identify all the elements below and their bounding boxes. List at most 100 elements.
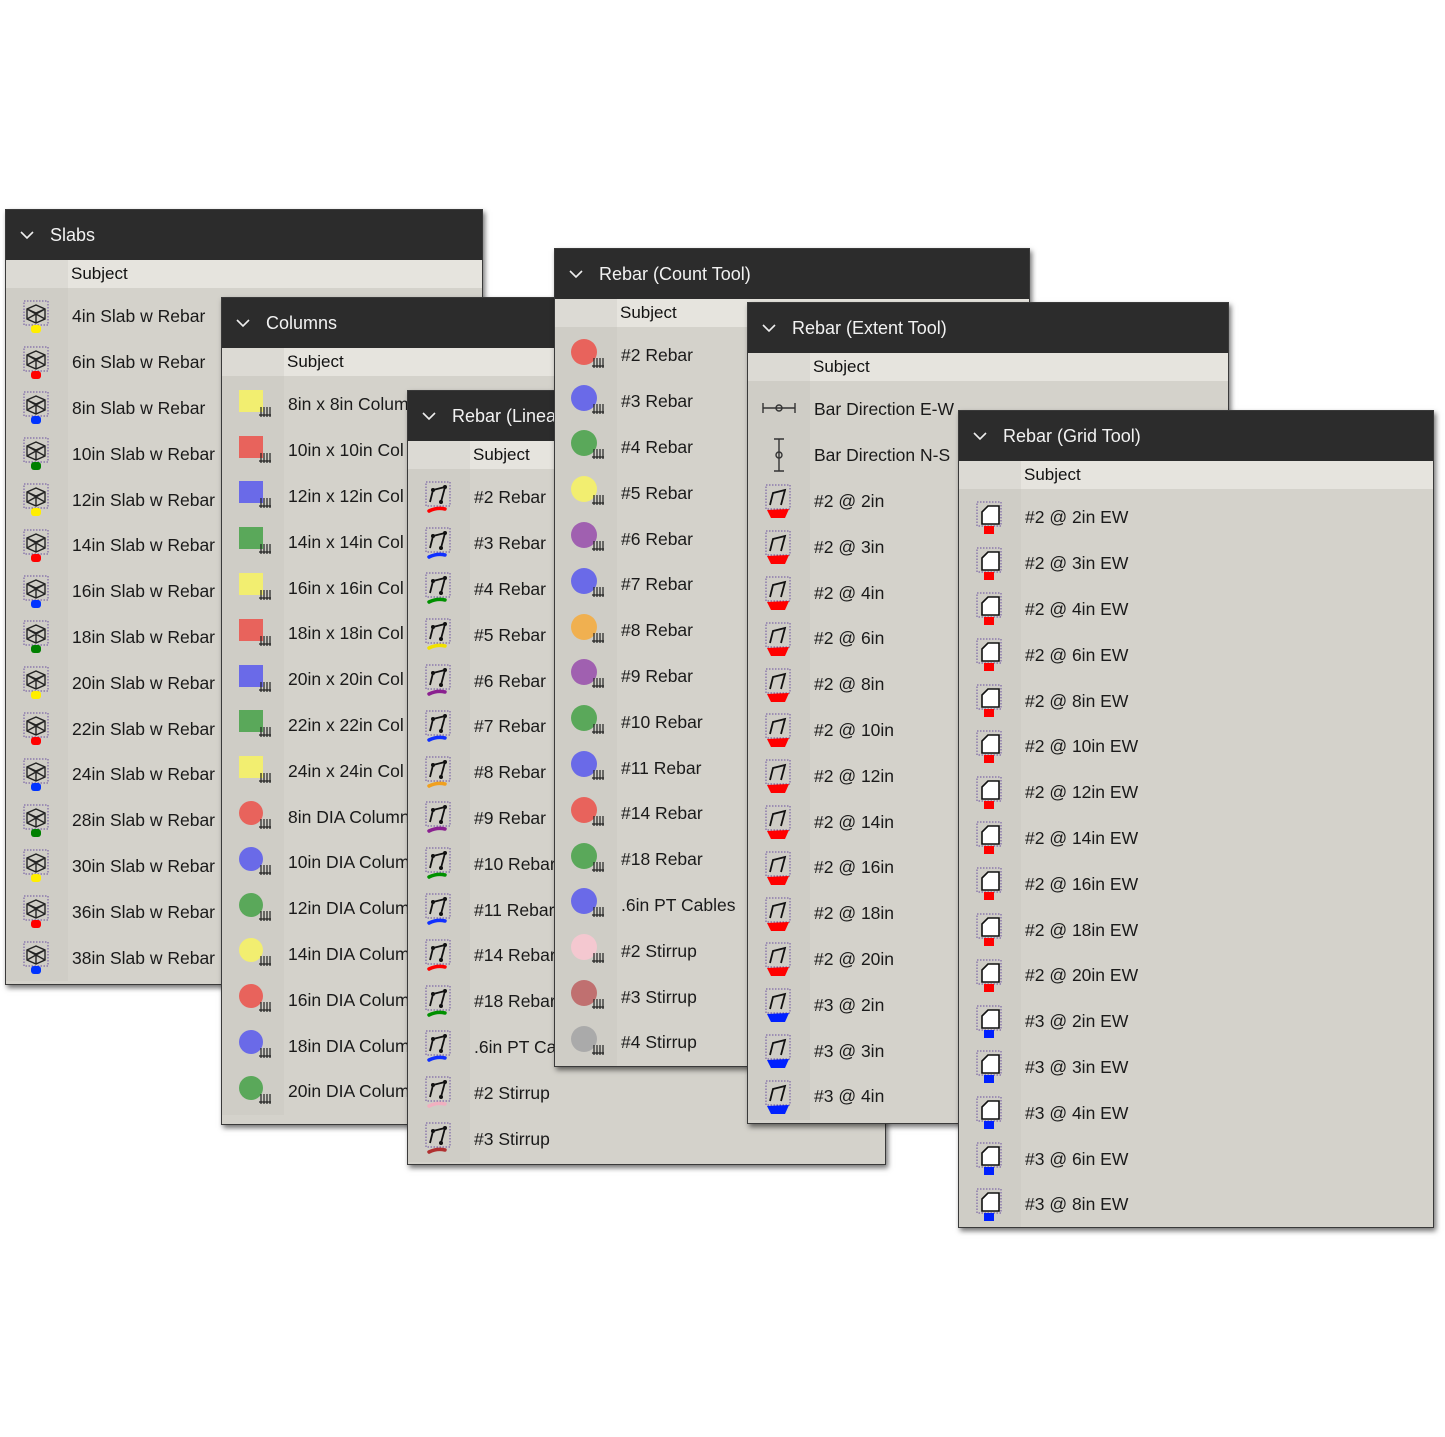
- list-item-3-6in-ew[interactable]: #3 @ 6in EW: [959, 1136, 1433, 1182]
- item-label: #2 @ 20in EW: [1025, 965, 1139, 986]
- item-label: #2 @ 2in: [814, 490, 885, 511]
- item-label: 20in Slab w Rebar: [72, 672, 215, 693]
- item-label: #3 @ 8in EW: [1025, 1194, 1129, 1215]
- chevron-down-icon[interactable]: [567, 265, 585, 283]
- column-markup-icon: [222, 524, 284, 560]
- item-label: #4 Rebar: [474, 578, 546, 599]
- count-markup-icon: [555, 613, 617, 649]
- item-label: Bar Direction N-S: [814, 445, 951, 466]
- item-label: #2 @ 2in EW: [1025, 507, 1129, 528]
- item-label: 8in x 8in Colum: [288, 394, 409, 415]
- column-markup-icon: [222, 1028, 284, 1064]
- slab-markup-icon: [6, 390, 68, 426]
- slab-markup-icon: [6, 619, 68, 655]
- slab-markup-icon: [6, 848, 68, 884]
- list-item-2-6in-ew[interactable]: #2 @ 6in EW: [959, 632, 1433, 678]
- item-label: 14in Slab w Rebar: [72, 535, 215, 556]
- item-label: #18 Rebar: [621, 849, 703, 870]
- item-label: #2 Stirrup: [474, 1082, 550, 1103]
- linear-markup-icon: [408, 755, 470, 791]
- count-markup-icon: [555, 429, 617, 465]
- subject-column-header[interactable]: Subject: [6, 260, 482, 288]
- count-markup-icon: [555, 521, 617, 557]
- slab-markup-icon: [6, 711, 68, 747]
- item-label: 30in Slab w Rebar: [72, 855, 215, 876]
- rebar-grid-panel: Rebar (Grid Tool) Subject #2 @ 2in EW #2 …: [958, 410, 1434, 1228]
- bar-direction-icon: [748, 392, 810, 428]
- extent-markup-icon: [748, 850, 810, 886]
- column-markup-icon: [222, 845, 284, 881]
- chevron-down-icon[interactable]: [420, 407, 438, 425]
- count-markup-icon: [555, 704, 617, 740]
- rebar-extent-panel-header[interactable]: Rebar (Extent Tool): [748, 303, 1228, 353]
- rebar-count-panel-header[interactable]: Rebar (Count Tool): [555, 249, 1029, 299]
- item-label: 18in Slab w Rebar: [72, 626, 215, 647]
- item-label: 36in Slab w Rebar: [72, 901, 215, 922]
- list-item-2-8in-ew[interactable]: #2 @ 8in EW: [959, 678, 1433, 724]
- list-item-3-3in-ew[interactable]: #3 @ 3in EW: [959, 1045, 1433, 1091]
- list-item-2-12in-ew[interactable]: #2 @ 12in EW: [959, 770, 1433, 816]
- list-item-3-8in-ew[interactable]: #3 @ 8in EW: [959, 1182, 1433, 1227]
- item-label: #2 @ 3in EW: [1025, 553, 1129, 574]
- chevron-down-icon[interactable]: [18, 226, 36, 244]
- column-markup-icon: [222, 1074, 284, 1110]
- item-label: #3 Stirrup: [474, 1128, 550, 1149]
- list-item-2-14in-ew[interactable]: #2 @ 14in EW: [959, 816, 1433, 862]
- item-label: 10in DIA Colum: [288, 852, 410, 873]
- item-label: #2 @ 14in EW: [1025, 827, 1139, 848]
- item-label: #14 Rebar: [474, 945, 556, 966]
- item-label: 8in DIA Column: [288, 806, 410, 827]
- item-label: #10 Rebar: [474, 853, 556, 874]
- item-label: 28in Slab w Rebar: [72, 810, 215, 831]
- rebar-grid-panel-header[interactable]: Rebar (Grid Tool): [959, 411, 1433, 461]
- item-label: 20in DIA Colum: [288, 1081, 410, 1102]
- item-label: #2 Rebar: [474, 487, 546, 508]
- list-item-2-2in-ew[interactable]: #2 @ 2in EW: [959, 495, 1433, 541]
- grid-markup-icon: [959, 1049, 1021, 1085]
- list-item-2-10in-ew[interactable]: #2 @ 10in EW: [959, 724, 1433, 770]
- grid-markup-icon: [959, 1004, 1021, 1040]
- panel-title: Rebar (Count Tool): [599, 263, 751, 284]
- chevron-down-icon[interactable]: [760, 319, 778, 337]
- slabs-panel-header[interactable]: Slabs: [6, 210, 482, 260]
- item-label: #2 @ 4in: [814, 582, 885, 603]
- item-label: 4in Slab w Rebar: [72, 306, 206, 327]
- list-item-2-3in-ew[interactable]: #2 @ 3in EW: [959, 541, 1433, 587]
- item-label: .6in PT Ca: [474, 1036, 557, 1057]
- grid-markup-icon: [959, 1187, 1021, 1223]
- item-label: #3 @ 6in EW: [1025, 1148, 1129, 1169]
- item-label: #18 Rebar: [474, 991, 556, 1012]
- slab-markup-icon: [6, 665, 68, 701]
- item-label: 20in x 20in Col: [288, 669, 404, 690]
- item-label: #3 @ 3in EW: [1025, 1056, 1129, 1077]
- list-item-2-18in-ew[interactable]: #2 @ 18in EW: [959, 907, 1433, 953]
- item-label: #2 @ 12in EW: [1025, 782, 1139, 803]
- chevron-down-icon[interactable]: [234, 314, 252, 332]
- item-label: 16in DIA Colum: [288, 989, 410, 1010]
- list-item-2-20in-ew[interactable]: #2 @ 20in EW: [959, 953, 1433, 999]
- item-label: 14in DIA Colum: [288, 943, 410, 964]
- list-item-3-4in-ew[interactable]: #3 @ 4in EW: [959, 1090, 1433, 1136]
- list-item-3-2in-ew[interactable]: #3 @ 2in EW: [959, 999, 1433, 1045]
- column-markup-icon: [222, 478, 284, 514]
- subject-column-header[interactable]: Subject: [959, 461, 1433, 489]
- extent-markup-icon: [748, 483, 810, 519]
- item-label: #2 @ 3in: [814, 536, 885, 557]
- item-label: #11 Rebar: [474, 899, 555, 920]
- slab-markup-icon: [6, 299, 68, 335]
- item-label: #2 Rebar: [621, 345, 693, 366]
- item-label: #3 Rebar: [474, 533, 546, 554]
- column-markup-icon: [222, 936, 284, 972]
- item-label: #2 @ 16in EW: [1025, 873, 1139, 894]
- grid-markup-icon: [959, 1141, 1021, 1177]
- list-item-2-16in-ew[interactable]: #2 @ 16in EW: [959, 861, 1433, 907]
- slab-markup-icon: [6, 894, 68, 930]
- subject-column-header[interactable]: Subject: [748, 353, 1228, 381]
- item-label: 18in DIA Colum: [288, 1035, 410, 1056]
- column-markup-icon: [222, 982, 284, 1018]
- count-markup-icon: [555, 1025, 617, 1061]
- chevron-down-icon[interactable]: [971, 427, 989, 445]
- column-markup-icon: [222, 570, 284, 606]
- list-item-2-4in-ew[interactable]: #2 @ 4in EW: [959, 587, 1433, 633]
- item-label: 10in Slab w Rebar: [72, 443, 215, 464]
